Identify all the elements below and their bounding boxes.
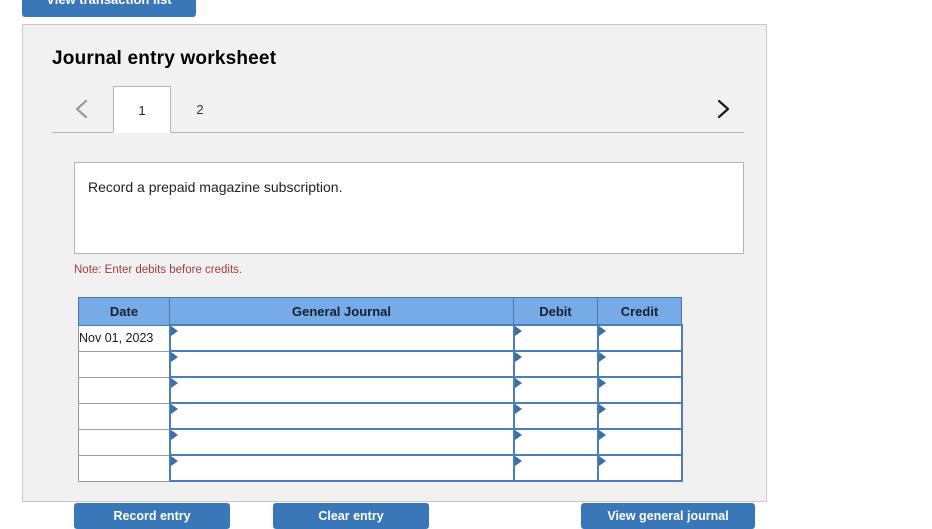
dropdown-marker-icon — [598, 430, 606, 440]
instruction-text: Record a prepaid magazine subscription. — [88, 179, 343, 195]
credit-input[interactable] — [596, 376, 683, 404]
general-journal-input[interactable] — [168, 454, 515, 482]
view-general-journal-button[interactable]: View general journal — [581, 503, 755, 529]
debit-input[interactable] — [512, 350, 599, 378]
general-journal-input[interactable] — [168, 350, 515, 378]
column-header-date: Date — [78, 297, 170, 326]
column-header-debit: Debit — [513, 297, 598, 326]
column-header-credit: Credit — [597, 297, 682, 326]
credit-input[interactable] — [596, 402, 683, 430]
credit-input[interactable] — [596, 454, 683, 482]
clear-entry-button[interactable]: Clear entry — [273, 503, 429, 529]
credit-input[interactable] — [596, 428, 683, 456]
worksheet-tab-1[interactable]: 1 — [113, 86, 171, 133]
dropdown-marker-icon — [514, 378, 522, 388]
dropdown-marker-icon — [170, 456, 178, 466]
table-header-row: Date General Journal Debit Credit — [78, 297, 682, 326]
table-row — [78, 402, 683, 430]
general-journal-input[interactable] — [168, 402, 515, 430]
dropdown-marker-icon — [514, 456, 522, 466]
chevron-left-icon[interactable] — [70, 96, 94, 122]
table-row — [78, 428, 683, 456]
date-cell — [78, 351, 170, 378]
debit-input[interactable] — [512, 454, 599, 482]
date-cell: Nov 01, 2023 — [78, 324, 170, 352]
dropdown-marker-icon — [598, 404, 606, 414]
table-row — [78, 350, 683, 378]
date-cell — [78, 403, 170, 430]
dropdown-marker-icon — [514, 404, 522, 414]
journal-entry-table: Date General Journal Debit Credit Nov 01… — [78, 297, 683, 482]
credit-input[interactable] — [596, 324, 683, 352]
table-row: Nov 01, 2023 — [78, 324, 683, 352]
dropdown-marker-icon — [514, 430, 522, 440]
instruction-box: Record a prepaid magazine subscription. — [74, 162, 744, 254]
debits-before-credits-note: Note: Enter debits before credits. — [74, 264, 243, 276]
table-row — [78, 454, 683, 482]
page-title: Journal entry worksheet — [52, 48, 277, 69]
debit-input[interactable] — [512, 428, 599, 456]
dropdown-marker-icon — [170, 430, 178, 440]
general-journal-input[interactable] — [168, 428, 515, 456]
dropdown-marker-icon — [170, 326, 178, 336]
view-transaction-list-button[interactable]: View transaction list — [22, 0, 196, 17]
dropdown-marker-icon — [514, 352, 522, 362]
dropdown-marker-icon — [598, 352, 606, 362]
date-cell — [78, 455, 170, 482]
debit-input[interactable] — [512, 376, 599, 404]
dropdown-marker-icon — [514, 326, 522, 336]
date-cell — [78, 429, 170, 456]
dropdown-marker-icon — [170, 352, 178, 362]
table-row — [78, 376, 683, 404]
credit-input[interactable] — [596, 350, 683, 378]
chevron-right-icon[interactable] — [711, 96, 735, 122]
dropdown-marker-icon — [598, 456, 606, 466]
debit-input[interactable] — [512, 324, 599, 352]
debit-input[interactable] — [512, 402, 599, 430]
general-journal-input[interactable] — [168, 324, 515, 352]
general-journal-input[interactable] — [168, 376, 515, 404]
dropdown-marker-icon — [598, 378, 606, 388]
column-header-general-journal: General Journal — [169, 297, 514, 326]
dropdown-marker-icon — [170, 404, 178, 414]
date-cell — [78, 377, 170, 404]
dropdown-marker-icon — [598, 326, 606, 336]
record-entry-button[interactable]: Record entry — [74, 503, 230, 529]
dropdown-marker-icon — [170, 378, 178, 388]
journal-entry-worksheet-panel: Journal entry worksheet 1 2 Record a pre… — [22, 24, 767, 529]
worksheet-tab-2[interactable]: 2 — [171, 86, 229, 133]
worksheet-tab-strip: 1 2 — [52, 86, 735, 133]
